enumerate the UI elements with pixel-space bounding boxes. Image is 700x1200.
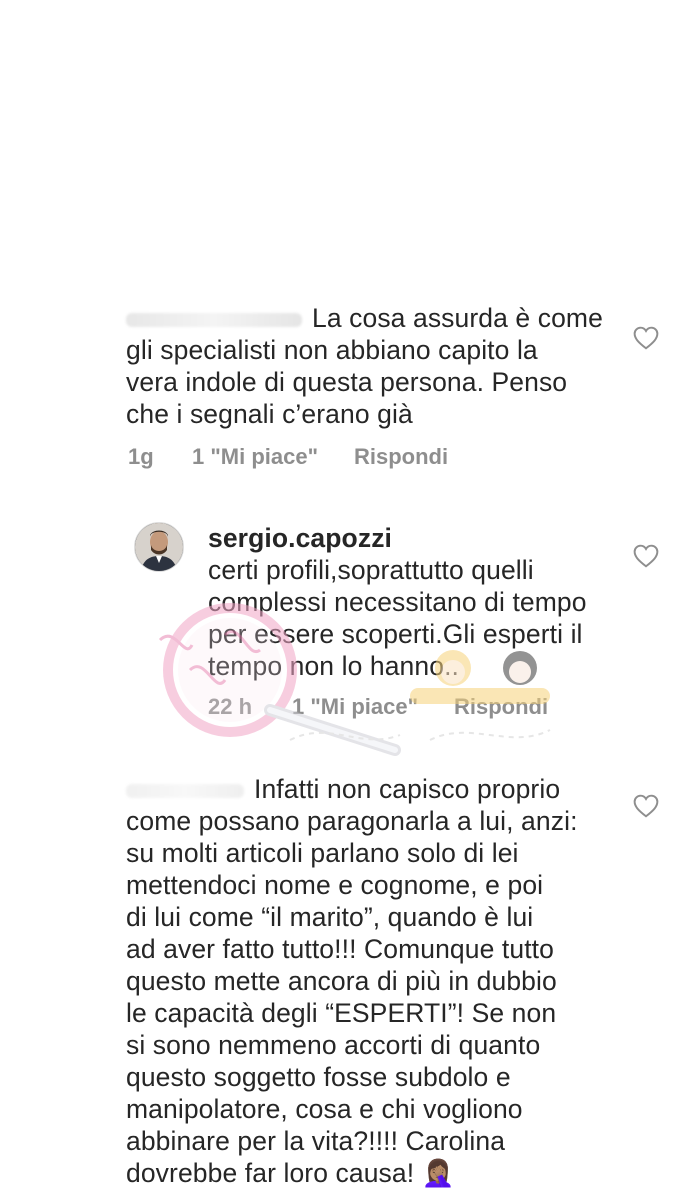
heart-outline-icon[interactable] [633, 794, 659, 818]
comment-2-time: 22 h [208, 694, 253, 719]
comment-2-username[interactable]: sergio.capozzi [208, 522, 628, 554]
avatar-photo [135, 523, 183, 571]
comment-2-reply-button[interactable]: Rispondi [454, 694, 548, 720]
comment-2-text: certi profili,soprattutto quelli comples… [208, 555, 587, 681]
heart-outline-icon[interactable] [633, 326, 659, 350]
comment-2-likes[interactable]: 1 "Mi piace" [292, 694, 418, 720]
comment-1-reply-button[interactable]: Rispondi [354, 444, 448, 470]
avatar[interactable] [134, 522, 184, 572]
comment-1-likes[interactable]: 1 "Mi piace" [192, 444, 318, 470]
comment-1-time: 1g [128, 444, 154, 469]
comment-3-username-redacted [126, 784, 244, 798]
heart-outline-icon[interactable] [633, 544, 659, 568]
comment-3-text: Infatti non capisco proprio come possano… [126, 774, 578, 1188]
comment-1-username-redacted [126, 313, 302, 327]
comment-1-text: La cosa assurda è come gli specialisti n… [126, 303, 603, 429]
